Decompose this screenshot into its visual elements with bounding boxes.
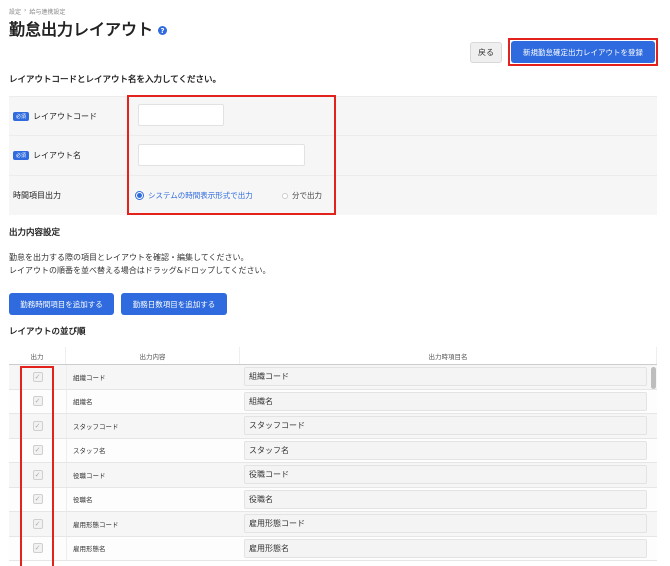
output-item-name-cell: 雇用形態コード bbox=[240, 512, 657, 536]
output-checkbox[interactable]: ✓ bbox=[32, 518, 43, 529]
output-checkbox[interactable]: ✓ bbox=[32, 543, 43, 554]
output-cell: ✓ bbox=[9, 439, 66, 463]
radio-unselected-icon bbox=[282, 192, 288, 199]
radio-minutes-label: 分で出力 bbox=[292, 191, 322, 200]
add-time-item-button[interactable]: 勤務時間項目を追加する bbox=[9, 293, 114, 315]
output-checkbox[interactable]: ✓ bbox=[32, 420, 43, 431]
layout-code-row: 必須 レイアウトコード bbox=[9, 96, 657, 135]
description-line: 勤怠を出力する際の項目とレイアウトを確認・編集してください。 bbox=[9, 253, 249, 262]
help-icon[interactable]: ? bbox=[158, 26, 168, 35]
table-row[interactable]: ✓ 役職名 役職名 bbox=[9, 487, 657, 512]
header-output: 出力 bbox=[9, 347, 66, 364]
output-item-name-input[interactable]: 組織コード bbox=[244, 367, 647, 387]
output-checkbox[interactable]: ✓ bbox=[32, 371, 43, 382]
time-output-label: 時間項目出力 bbox=[13, 191, 61, 200]
add-days-item-button[interactable]: 勤務日数項目を追加する bbox=[121, 293, 227, 315]
table-row[interactable]: ✓ 組織名 組織名 bbox=[9, 389, 657, 414]
required-badge: 必須 bbox=[13, 151, 30, 160]
output-content-cell: 役職コード bbox=[66, 463, 240, 487]
table-header: 出力 出力内容 出力時項目名 bbox=[9, 347, 657, 365]
output-item-name-cell: 役職コード bbox=[240, 463, 657, 487]
output-item-name-input[interactable]: スタッフコード bbox=[244, 416, 647, 436]
checkmark-icon: ✓ bbox=[34, 446, 41, 455]
breadcrumb-item-settings[interactable]: 設定 bbox=[9, 7, 21, 16]
layout-name-input[interactable] bbox=[138, 144, 305, 166]
output-cell: ✓ bbox=[9, 414, 66, 438]
checkmark-icon: ✓ bbox=[34, 397, 41, 406]
output-item-name-input[interactable]: スタッフ名 bbox=[244, 440, 647, 460]
checkmark-icon: ✓ bbox=[34, 372, 41, 381]
output-cell: ✓ bbox=[9, 537, 66, 561]
output-cell: ✓ bbox=[9, 512, 66, 536]
register-button-highlight: 新規勤怠確定出力レイアウトを登録 bbox=[508, 38, 658, 66]
table-scrollbar[interactable] bbox=[651, 367, 656, 389]
table-row[interactable]: ✓ 役職コード 役職コード bbox=[9, 463, 657, 488]
page-title: 勤怠出力レイアウト bbox=[9, 20, 154, 39]
output-item-name-cell: 組織コード bbox=[240, 365, 657, 389]
output-cell: ✓ bbox=[9, 488, 66, 512]
output-item-name-cell: 雇用形態名 bbox=[240, 537, 657, 561]
output-item-name-cell: スタッフ名 bbox=[240, 439, 657, 463]
table-row[interactable]: ✓ スタッフ名 スタッフ名 bbox=[9, 438, 657, 463]
register-layout-button[interactable]: 新規勤怠確定出力レイアウトを登録 bbox=[511, 41, 655, 63]
layout-code-label: レイアウトコード bbox=[33, 111, 98, 121]
layout-order-heading: レイアウトの並び順 bbox=[9, 327, 86, 337]
output-item-name-cell: 役職名 bbox=[240, 488, 657, 512]
table-row[interactable]: ✓ 雇用形態名 雇用形態名 bbox=[9, 536, 657, 561]
output-content-cell: 役職名 bbox=[66, 487, 240, 511]
radio-minutes[interactable]: 分で出力 bbox=[282, 190, 322, 201]
output-cell: ✓ bbox=[9, 390, 66, 414]
breadcrumb-item-payroll[interactable]: 給与連携設定 bbox=[29, 7, 65, 16]
title-area: 勤怠出力レイアウト ? bbox=[9, 16, 168, 40]
back-button[interactable]: 戻る bbox=[470, 42, 502, 63]
breadcrumb-separator: › bbox=[24, 7, 27, 14]
layout-name-row: 必須 レイアウト名 bbox=[9, 135, 657, 175]
output-cell: ✓ bbox=[9, 365, 66, 389]
table-row[interactable]: ✓ 雇用形態コード 雇用形態コード bbox=[9, 512, 657, 537]
header-output-content: 出力内容 bbox=[66, 347, 240, 364]
output-content-cell: 雇用形態名 bbox=[66, 536, 240, 560]
output-checkbox[interactable]: ✓ bbox=[32, 445, 43, 456]
radio-selected-icon bbox=[135, 191, 144, 200]
output-checkbox[interactable]: ✓ bbox=[32, 469, 43, 480]
radio-system-format[interactable]: システムの時間表示形式で出力 bbox=[135, 190, 253, 201]
output-content-cell: 組織名 bbox=[66, 389, 240, 413]
required-badge: 必須 bbox=[13, 111, 30, 121]
output-content-cell: スタッフコード bbox=[66, 414, 240, 438]
output-content-cell: 雇用形態コード bbox=[66, 512, 240, 536]
checkmark-icon: ✓ bbox=[34, 519, 41, 528]
checkmark-icon: ✓ bbox=[34, 544, 41, 553]
breadcrumb: 設定 › 給与連携設定 bbox=[9, 7, 65, 16]
radio-system-format-label: システムの時間表示形式で出力 bbox=[148, 191, 253, 200]
output-item-name-cell: スタッフコード bbox=[240, 414, 657, 438]
checkmark-icon: ✓ bbox=[34, 421, 41, 430]
output-item-name-input[interactable]: 役職名 bbox=[244, 489, 647, 509]
output-checkbox[interactable]: ✓ bbox=[32, 494, 43, 505]
output-item-name-cell: 組織名 bbox=[240, 390, 657, 414]
output-item-name-input[interactable]: 雇用形態コード bbox=[244, 514, 647, 534]
layout-order-table: 出力 出力内容 出力時項目名 ✓ 組織コード 組織コード ✓ 組織名 組織名 ✓ スタッフコー… bbox=[9, 347, 657, 561]
output-settings-heading: 出力内容設定 bbox=[9, 228, 61, 238]
output-item-name-input[interactable]: 役職コード bbox=[244, 465, 647, 485]
checkmark-icon: ✓ bbox=[34, 470, 41, 479]
form-heading: レイアウトコードとレイアウト名を入力してください。 bbox=[9, 75, 221, 85]
description-line: レイアウトの順番を並べ替える場合はドラッグ&ドロップしてください。 bbox=[9, 266, 271, 275]
table-row[interactable]: ✓ スタッフコード スタッフコード bbox=[9, 414, 657, 439]
layout-code-input[interactable] bbox=[138, 104, 224, 126]
table-body: ✓ 組織コード 組織コード ✓ 組織名 組織名 ✓ スタッフコード スタッフコード ✓ スタッフ名ス… bbox=[9, 365, 657, 561]
layout-name-label: レイアウト名 bbox=[33, 151, 82, 160]
table-row[interactable]: ✓ 組織コード 組織コード bbox=[9, 365, 657, 390]
output-item-name-input[interactable]: 組織名 bbox=[244, 391, 647, 411]
output-item-name-input[interactable]: 雇用形態名 bbox=[244, 538, 647, 558]
header-output-item-name: 出力時項目名 bbox=[240, 347, 657, 364]
output-checkbox[interactable]: ✓ bbox=[32, 396, 43, 407]
output-content-cell: スタッフ名 bbox=[66, 438, 240, 462]
description: 勤怠を出力する際の項目とレイアウトを確認・編集してください。 レイアウトの順番を… bbox=[9, 251, 271, 277]
checkmark-icon: ✓ bbox=[34, 495, 41, 504]
output-content-cell: 組織コード bbox=[66, 365, 240, 389]
output-cell: ✓ bbox=[9, 463, 66, 487]
time-output-row: 時間項目出力 bbox=[9, 175, 657, 215]
